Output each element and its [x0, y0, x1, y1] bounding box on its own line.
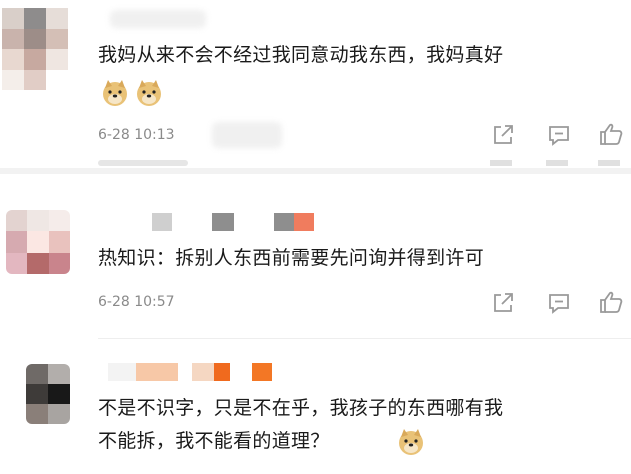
avatar[interactable]	[2, 8, 68, 90]
comment-icon[interactable]	[546, 290, 572, 316]
username-redacted[interactable]	[110, 10, 206, 28]
comment-text: 热知识：拆别人东西前需要先问询并得到许可	[98, 247, 485, 269]
location-redacted	[212, 122, 282, 148]
comment-text: 不能拆，我不能看的道理？	[98, 430, 330, 452]
username-redacted[interactable]	[152, 213, 314, 231]
comment-time: 6-28 10:57	[98, 294, 175, 310]
comment-time: 6-28 10:13	[98, 127, 175, 143]
doge-emoji	[399, 429, 423, 455]
divider	[98, 338, 631, 339]
divider	[0, 168, 631, 174]
share-icon[interactable]	[490, 290, 516, 316]
comment-text: 我妈从来不会不经过我同意动我东西，我妈真好	[98, 44, 504, 66]
doge-emoji	[137, 80, 161, 106]
like-icon[interactable]	[598, 289, 624, 315]
share-icon[interactable]	[490, 122, 516, 148]
doge-emoji	[103, 80, 127, 106]
like-icon[interactable]	[598, 121, 624, 147]
avatar[interactable]	[6, 210, 70, 274]
comment-icon[interactable]	[546, 122, 572, 148]
username-redacted[interactable]	[108, 363, 272, 381]
comment-text: 不是不识字，只是不在乎，我孩子的东西哪有我	[98, 397, 504, 419]
avatar[interactable]	[26, 364, 70, 424]
